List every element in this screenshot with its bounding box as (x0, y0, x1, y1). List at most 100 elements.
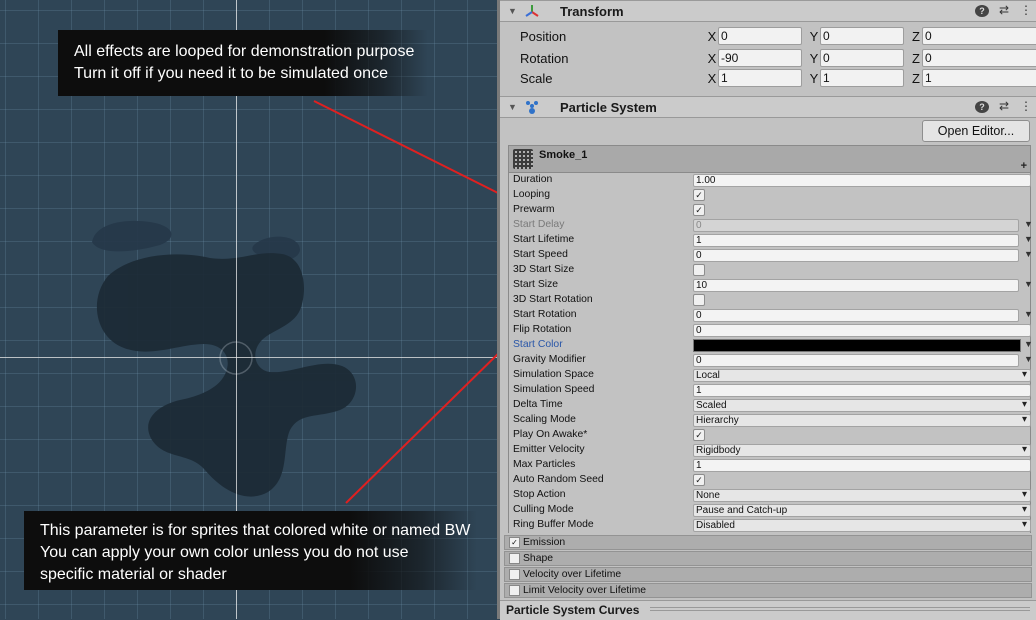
auto-random-seed-checkbox[interactable]: ✓ (693, 474, 705, 486)
3d-start-size-label: 3D Start Size (513, 264, 575, 275)
module-enable-checkbox[interactable] (509, 553, 520, 564)
axis-y-label[interactable]: Y (808, 71, 820, 86)
axis-x-label[interactable]: X (706, 51, 718, 66)
add-module-icon[interactable]: + (1021, 160, 1027, 172)
max-particles-field[interactable]: 1 (693, 459, 1031, 472)
duration-label: Duration (513, 174, 553, 185)
transform-axes-icon (524, 3, 540, 19)
help-icon[interactable]: ? (975, 99, 989, 113)
start-color-swatch[interactable] (693, 339, 1021, 352)
scale-x-field[interactable]: 1 (718, 69, 802, 87)
scale-y-field[interactable]: 1 (820, 69, 904, 87)
axis-y-label[interactable]: Y (808, 29, 820, 44)
start-rotation-field[interactable]: 0 (693, 309, 1019, 322)
main-module-header[interactable]: Smoke_1 + (508, 145, 1031, 173)
transform-header[interactable]: ▼ Transform ? ⇄ ⋮ (500, 0, 1036, 22)
play-on-awake-checkbox[interactable]: ✓ (693, 429, 705, 441)
rotation-y-field[interactable]: 0 (820, 49, 904, 67)
fold-arrow-icon[interactable]: ▼ (508, 6, 517, 16)
culling-mode-dropdown[interactable]: Pause and Catch-up (693, 504, 1031, 517)
curve-mode-dropdown-icon[interactable]: ▼ (1024, 249, 1033, 259)
3d-start-rotation-label: 3D Start Rotation (513, 294, 593, 305)
axis-z-label[interactable]: Z (910, 71, 922, 86)
prop-row-delta-time: Delta Time Scaled (509, 398, 1031, 413)
looping-checkbox[interactable]: ✓ (693, 189, 705, 201)
position-y-field[interactable]: 0 (820, 27, 904, 45)
curve-mode-dropdown-icon[interactable]: ▼ (1024, 234, 1033, 244)
scaling-mode-dropdown[interactable]: Hierarchy (693, 414, 1031, 427)
curves-divider (650, 607, 1030, 611)
scene-axis-horizontal (0, 357, 497, 358)
ring-buffer-mode-dropdown[interactable]: Disabled (693, 519, 1031, 532)
module-label: Shape (523, 553, 554, 564)
3d-start-rotation-checkbox[interactable] (693, 294, 705, 306)
position-x-field[interactable]: 0 (718, 27, 802, 45)
simulation-speed-field[interactable]: 1 (693, 384, 1031, 397)
gravity-modifier-label: Gravity Modifier (513, 354, 586, 365)
flip-rotation-field[interactable]: 0 (693, 324, 1031, 337)
particle-system-header[interactable]: ▼ Particle System ? ⇄ ⋮ (500, 96, 1036, 118)
prop-row-start-rotation: Start Rotation 0 ▼ (509, 308, 1033, 323)
module-enable-checkbox[interactable]: ✓ (509, 537, 520, 548)
presets-icon[interactable]: ⇄ (997, 99, 1011, 113)
emitter-velocity-dropdown[interactable]: Rigidbody (693, 444, 1031, 457)
stop-action-dropdown[interactable]: None (693, 489, 1031, 502)
start-delay-label: Start Delay (513, 219, 565, 230)
axis-y-label[interactable]: Y (808, 51, 820, 66)
axis-z-label[interactable]: Z (910, 29, 922, 44)
axis-x-label[interactable]: X (706, 29, 718, 44)
start-lifetime-field[interactable]: 1 (693, 234, 1019, 247)
context-menu-icon[interactable]: ⋮ (1019, 99, 1033, 113)
scale-z-field[interactable]: 1 (922, 69, 1036, 87)
start-size-field[interactable]: 10 (693, 279, 1019, 292)
start-delay-field[interactable]: 0 (693, 219, 1019, 232)
inspector-panel: ▼ Transform ? ⇄ ⋮ Position X0 Y0 Z0 Rota… (497, 0, 1036, 619)
axis-z-label[interactable]: Z (910, 51, 922, 66)
delta-time-dropdown[interactable]: Scaled (693, 399, 1031, 412)
start-lifetime-label: Start Lifetime (513, 234, 575, 245)
curve-mode-dropdown-icon[interactable]: ▼ (1024, 354, 1033, 364)
simulation-speed-label: Simulation Speed (513, 384, 595, 395)
module-enable-checkbox[interactable] (509, 585, 520, 596)
module-limit-velocity-over-lifetime[interactable]: Limit Velocity over Lifetime (504, 583, 1032, 598)
curve-mode-dropdown-icon[interactable]: ▼ (1024, 219, 1033, 229)
particle-system-curves-header[interactable]: Particle System Curves (500, 600, 1036, 620)
help-icon[interactable]: ? (975, 3, 989, 17)
scene-view[interactable]: All effects are looped for demonstration… (0, 0, 497, 619)
axis-x-label[interactable]: X (706, 71, 718, 86)
callout-bottom-line-1: This parameter is for sprites that color… (40, 522, 471, 539)
rotation-x-field[interactable]: -90 (718, 49, 802, 67)
main-module-properties: Duration 1.00 Looping ✓ Prewarm ✓ Start Delay 0… (508, 173, 1033, 533)
module-velocity-over-lifetime[interactable]: Velocity over Lifetime (504, 567, 1032, 582)
prop-row-prewarm: Prewarm ✓ (509, 203, 1030, 218)
transform-row-position: Position X0 Y0 Z0 (520, 26, 1036, 46)
module-shape[interactable]: Shape (504, 551, 1032, 566)
simulation-space-label: Simulation Space (513, 369, 594, 380)
transform-title: Transform (560, 3, 624, 19)
module-emission[interactable]: ✓ Emission (504, 535, 1032, 550)
rotation-z-field[interactable]: 0 (922, 49, 1036, 67)
prewarm-label: Prewarm (513, 204, 555, 215)
fold-arrow-icon[interactable]: ▼ (508, 102, 517, 112)
curve-mode-dropdown-icon[interactable]: ▼ (1024, 339, 1033, 349)
start-size-label: Start Size (513, 279, 559, 290)
callout-start-color: This parameter is for sprites that color… (24, 511, 477, 590)
simulation-space-dropdown[interactable]: Local (693, 369, 1031, 382)
3d-start-size-checkbox[interactable] (693, 264, 705, 276)
gravity-modifier-field[interactable]: 0 (693, 354, 1019, 367)
prop-row-scaling-mode: Scaling Mode Hierarchy (509, 413, 1031, 428)
context-menu-icon[interactable]: ⋮ (1019, 3, 1033, 17)
prop-row-flip-rotation: Flip Rotation 0 (509, 323, 1031, 338)
start-speed-label: Start Speed (513, 249, 568, 260)
prop-row-start-lifetime: Start Lifetime 1 ▼ (509, 233, 1033, 248)
presets-icon[interactable]: ⇄ (997, 3, 1011, 17)
duration-field[interactable]: 1.00 (693, 174, 1031, 187)
prop-row-3d-start-rotation: 3D Start Rotation (509, 293, 1030, 308)
prewarm-checkbox[interactable]: ✓ (693, 204, 705, 216)
start-speed-field[interactable]: 0 (693, 249, 1019, 262)
curve-mode-dropdown-icon[interactable]: ▼ (1024, 309, 1033, 319)
curve-mode-dropdown-icon[interactable]: ▼ (1024, 279, 1033, 289)
position-z-field[interactable]: 0 (922, 27, 1036, 45)
module-enable-checkbox[interactable] (509, 569, 520, 580)
open-editor-button[interactable]: Open Editor... (922, 120, 1030, 142)
